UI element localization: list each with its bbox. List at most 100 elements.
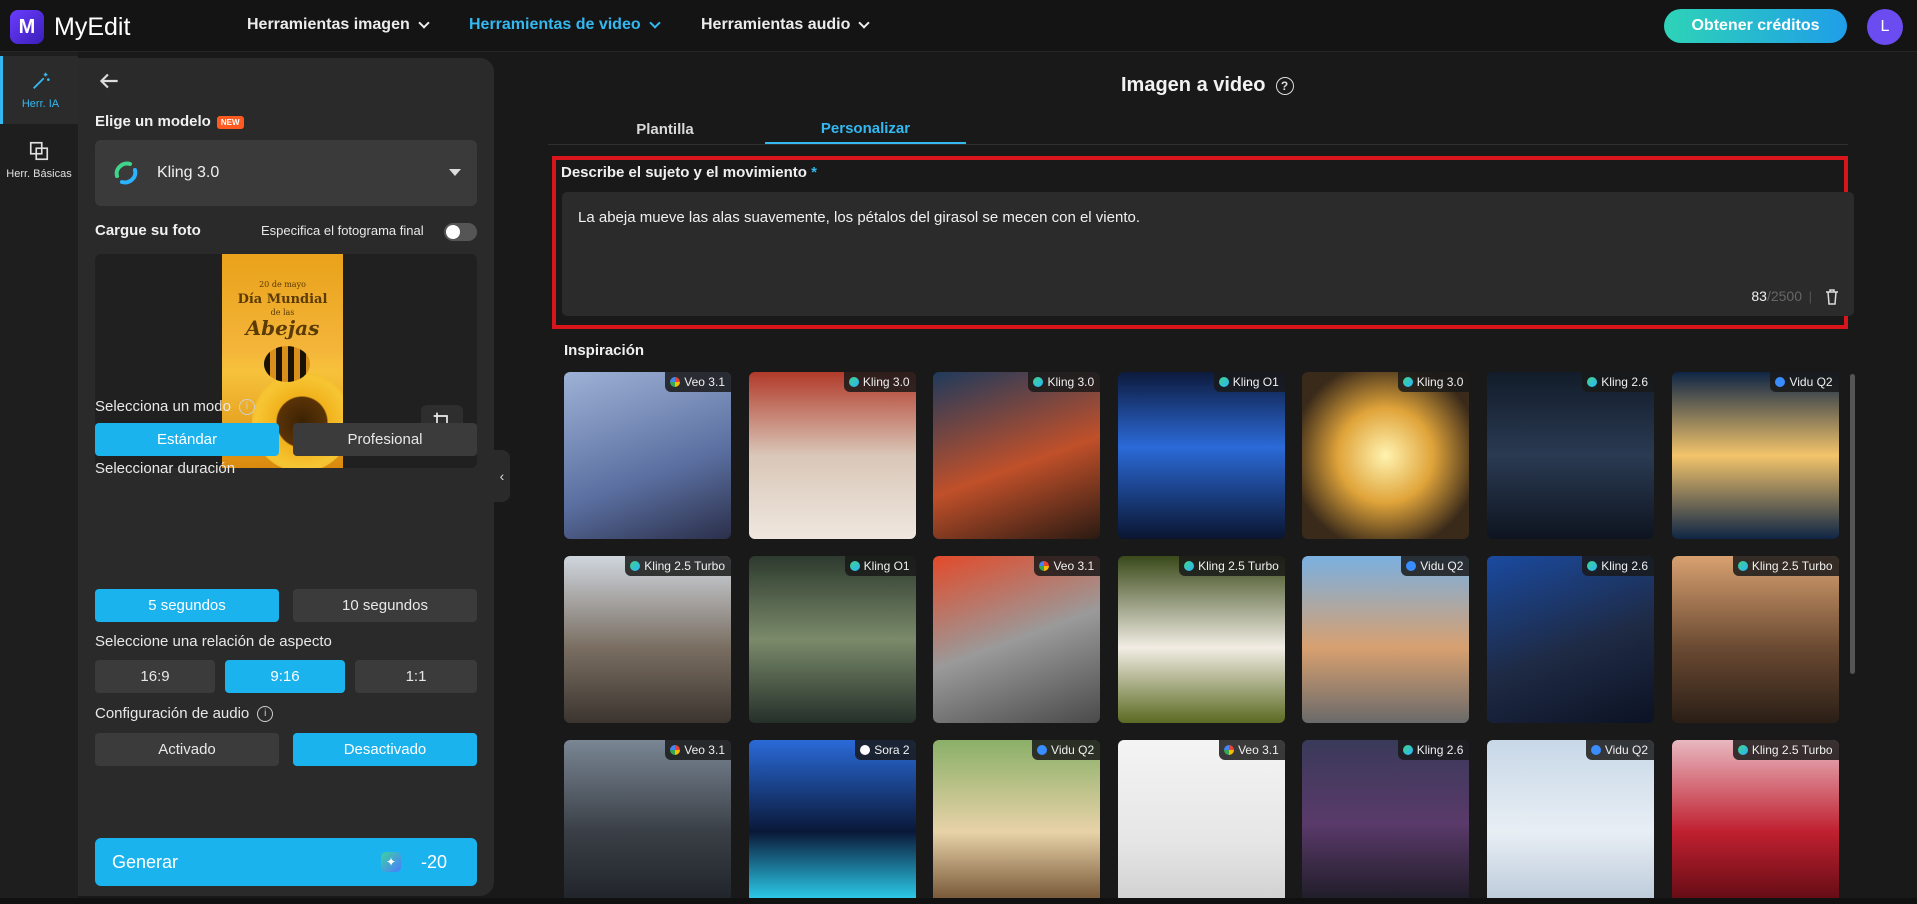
rail-item-ai-tools[interactable]: Herr. IA bbox=[0, 56, 78, 124]
model-tag: Kling 2.6 bbox=[1582, 556, 1654, 576]
inspiration-card[interactable]: Vidu Q2 bbox=[1671, 372, 1839, 539]
model-tag: Veo 3.1 bbox=[665, 372, 731, 392]
kling-logo-icon bbox=[1033, 377, 1044, 387]
inspiration-card[interactable]: Kling 2.5 Turbo bbox=[1671, 740, 1839, 904]
mode-standard-button[interactable]: Estándar bbox=[95, 423, 279, 456]
inspiration-card[interactable]: Vidu Q2 bbox=[1487, 740, 1654, 904]
aspect-16-9-button[interactable]: 16:9 bbox=[95, 660, 215, 693]
inspiration-card[interactable]: Kling 2.6 bbox=[1302, 740, 1470, 904]
model-tag: Sora 2 bbox=[855, 740, 916, 760]
counter-divider: | bbox=[1808, 289, 1812, 304]
help-icon[interactable]: ? bbox=[1275, 76, 1294, 95]
inspiration-card[interactable]: Kling 3.0 bbox=[1302, 372, 1470, 539]
chevron-down-icon bbox=[418, 17, 430, 29]
poster-line-3: Abejas bbox=[245, 316, 320, 340]
chevron-left-icon: ‹ bbox=[499, 468, 505, 484]
inspiration-card[interactable]: Sora 2 bbox=[748, 740, 916, 904]
model-tag: Kling 2.5 Turbo bbox=[1732, 556, 1839, 576]
nav-image-tools[interactable]: Herramientas imagen bbox=[247, 16, 430, 34]
logo[interactable]: M MyEdit bbox=[10, 10, 130, 44]
aspect-9-16-button[interactable]: 9:16 bbox=[225, 660, 345, 693]
prompt-textarea[interactable]: La abeja mueve las alas suavemente, los … bbox=[562, 192, 1854, 316]
mode-label: Selecciona un modo i bbox=[95, 398, 255, 415]
model-tag-label: Kling 3.0 bbox=[862, 375, 910, 389]
kling-logo-icon bbox=[1184, 561, 1195, 571]
info-icon[interactable]: i bbox=[257, 705, 274, 722]
get-credits-button[interactable]: Obtener créditos bbox=[1664, 9, 1847, 43]
poster-line-1: Día Mundial bbox=[237, 292, 328, 307]
tab-divider bbox=[548, 144, 1848, 145]
nav-audio-tools[interactable]: Herramientas audio bbox=[701, 16, 871, 34]
inspiration-card[interactable]: Kling O1 bbox=[1117, 372, 1285, 539]
back-arrow-icon[interactable] bbox=[96, 68, 122, 94]
upload-title: Cargue su foto bbox=[95, 222, 201, 239]
model-title: Elige un modelo bbox=[95, 113, 211, 130]
inspiration-card[interactable]: Vidu Q2 bbox=[1302, 556, 1470, 723]
page-title-text: Imagen a video bbox=[1121, 74, 1266, 96]
inspiration-card[interactable]: Vidu Q2 bbox=[933, 740, 1101, 904]
audio-label: Configuración de audio i bbox=[95, 705, 274, 722]
info-icon[interactable]: i bbox=[238, 398, 255, 415]
nav-video-tools[interactable]: Herramientas de video bbox=[469, 16, 661, 34]
char-counter: 83/2500 bbox=[1751, 288, 1802, 304]
inspiration-card[interactable]: Kling 2.5 Turbo bbox=[1117, 556, 1285, 723]
inspiration-card[interactable]: Veo 3.1 bbox=[564, 740, 731, 904]
model-tag: Kling O1 bbox=[844, 556, 916, 576]
model-tag-label: Vidu Q2 bbox=[1604, 743, 1648, 757]
generate-button[interactable]: Generar ✦ -20 bbox=[95, 838, 477, 886]
avatar[interactable]: L bbox=[1867, 9, 1903, 45]
model-tag: Kling 3.0 bbox=[843, 372, 916, 392]
page-title: Imagen a video ? bbox=[1121, 74, 1294, 97]
bottom-strip bbox=[0, 898, 1917, 904]
kling-logo-icon bbox=[114, 161, 138, 185]
inspiration-card[interactable]: Veo 3.1 bbox=[933, 556, 1101, 723]
tab-customize[interactable]: Personalizar bbox=[765, 114, 966, 144]
inspiration-card[interactable]: Kling O1 bbox=[748, 556, 916, 723]
nav-audio-tools-label: Herramientas audio bbox=[701, 16, 851, 33]
inspiration-card[interactable]: Kling 3.0 bbox=[748, 372, 916, 539]
duration-5s-button[interactable]: 5 segundos bbox=[95, 589, 279, 622]
inspiration-card[interactable]: Kling 2.6 bbox=[1487, 372, 1654, 539]
chevron-down-icon bbox=[858, 17, 871, 29]
audio-off-button[interactable]: Desactivado bbox=[293, 733, 477, 766]
aspect-1-1-button[interactable]: 1:1 bbox=[355, 660, 477, 693]
model-tag-label: Vidu Q2 bbox=[1051, 743, 1095, 757]
final-frame-toggle[interactable] bbox=[444, 223, 477, 241]
kling-logo-icon bbox=[1737, 745, 1748, 755]
scrollbar[interactable] bbox=[1850, 374, 1855, 674]
model-tag: Veo 3.1 bbox=[1034, 556, 1101, 576]
layers-icon bbox=[29, 141, 49, 161]
audio-on-button[interactable]: Activado bbox=[95, 733, 279, 766]
tab-template[interactable]: Plantilla bbox=[548, 114, 782, 144]
model-tag-label: Veo 3.1 bbox=[684, 375, 725, 389]
duration-10s-button[interactable]: 10 segundos bbox=[293, 589, 477, 622]
model-tag: Vidu Q2 bbox=[1401, 556, 1470, 576]
model-tag: Vidu Q2 bbox=[1032, 740, 1101, 760]
rail-item-basic-tools[interactable]: Herr. Básicas bbox=[0, 126, 78, 194]
vidu-logo-icon bbox=[1590, 745, 1601, 755]
prompt-text: La abeja mueve las alas suavemente, los … bbox=[578, 209, 1140, 226]
model-tag: Kling 2.6 bbox=[1582, 372, 1654, 392]
kling-logo-icon bbox=[1402, 745, 1413, 755]
model-tag: Kling 2.5 Turbo bbox=[1179, 556, 1285, 576]
app-name: MyEdit bbox=[54, 12, 131, 41]
inspiration-card[interactable]: Kling 2.5 Turbo bbox=[1671, 556, 1839, 723]
inspiration-card[interactable]: Veo 3.1 bbox=[1117, 740, 1285, 904]
inspiration-card[interactable]: Veo 3.1 bbox=[564, 372, 731, 539]
collapse-panel-button[interactable]: ‹ bbox=[494, 450, 510, 502]
model-tag: Veo 3.1 bbox=[665, 740, 731, 760]
new-badge: NEW bbox=[216, 115, 244, 129]
kling-logo-icon bbox=[1218, 377, 1229, 387]
trash-icon[interactable] bbox=[1824, 288, 1840, 306]
mode-professional-button[interactable]: Profesional bbox=[293, 423, 477, 456]
model-tag-label: Sora 2 bbox=[874, 743, 910, 757]
inspiration-card[interactable]: Kling 2.6 bbox=[1487, 556, 1654, 723]
credit-icon: ✦ bbox=[381, 852, 401, 872]
model-tag-label: Vidu Q2 bbox=[1420, 559, 1464, 573]
generate-cost: -20 bbox=[420, 852, 447, 872]
model-tag: Kling 2.6 bbox=[1397, 740, 1470, 760]
inspiration-card[interactable]: Kling 2.5 Turbo bbox=[564, 556, 731, 723]
model-select[interactable]: Kling 3.0 bbox=[95, 140, 477, 206]
model-tag-label: Kling 2.5 Turbo bbox=[1751, 559, 1833, 573]
inspiration-card[interactable]: Kling 3.0 bbox=[933, 372, 1101, 539]
